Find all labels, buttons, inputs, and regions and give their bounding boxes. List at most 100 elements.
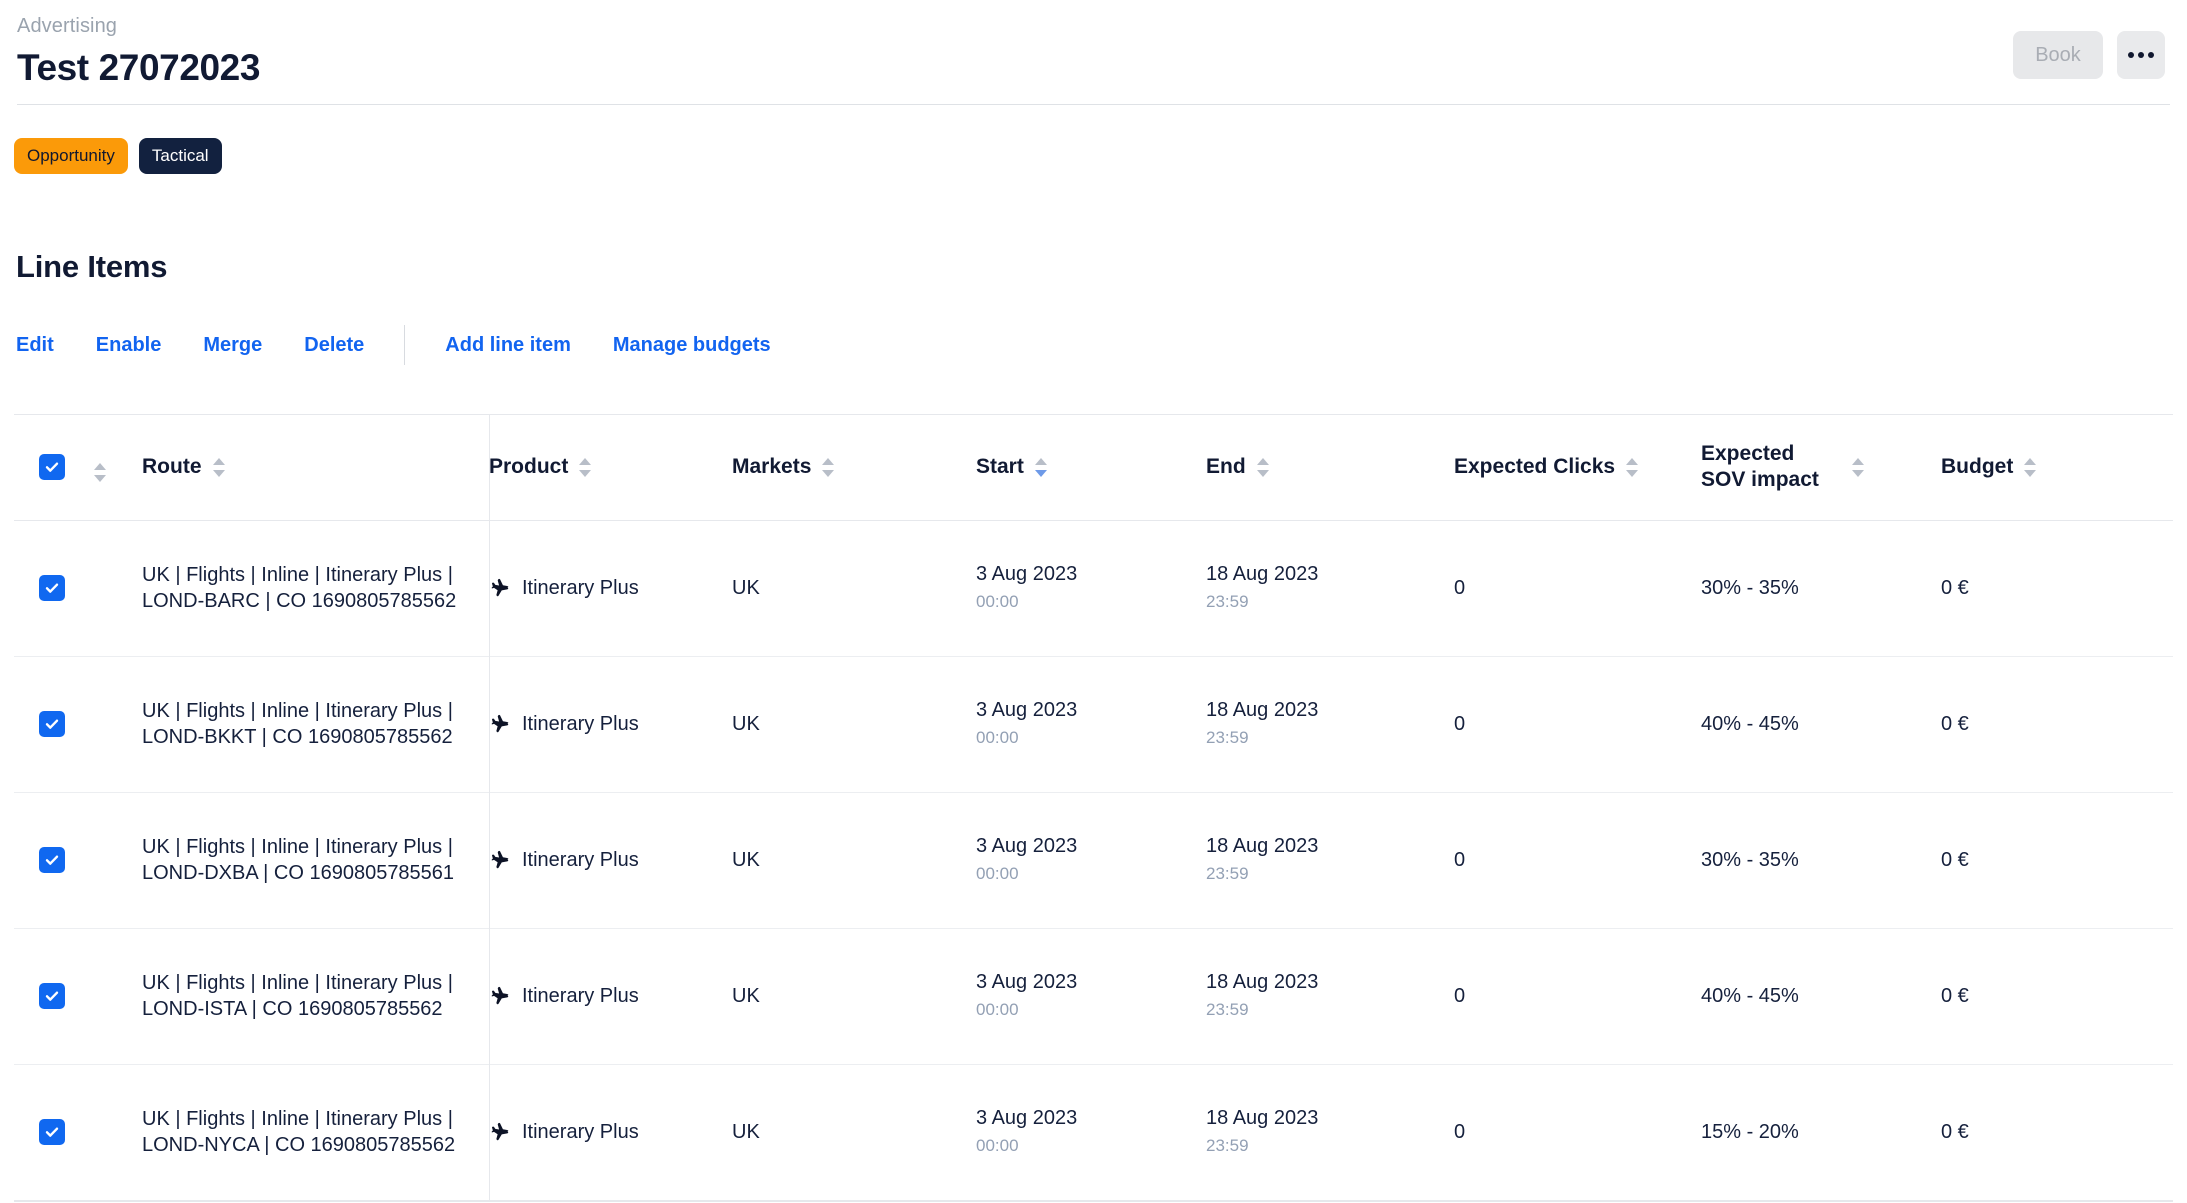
product-name: Itinerary Plus [522, 984, 639, 1007]
route-text: UK | Flights | Inline | Itinerary Plus |… [142, 836, 455, 884]
cell-markets: UK [732, 1120, 760, 1143]
header-actions: Book [2013, 31, 2165, 79]
chevron-down-icon [1256, 469, 1269, 477]
table-row[interactable]: UK | Flights | Inline | Itinerary Plus |… [14, 656, 2173, 792]
table-row[interactable]: UK | Flights | Inline | Itinerary Plus |… [14, 1064, 2173, 1200]
row-select-cell [14, 520, 94, 656]
row-status-cell [94, 520, 142, 656]
column-header-end[interactable]: End [1206, 415, 1454, 520]
sort-toggle-route[interactable] [212, 457, 225, 477]
row-select-cell [14, 792, 94, 928]
table-body: UK | Flights | Inline | Itinerary Plus |… [14, 520, 2173, 1200]
chevron-up-icon [579, 457, 592, 465]
start-time: 00:00 [976, 864, 1019, 883]
merge-link[interactable]: Merge [203, 334, 262, 357]
product-name: Itinerary Plus [522, 712, 639, 735]
end-date: 18 Aug 2023 [1206, 971, 1319, 993]
book-button[interactable]: Book [2013, 31, 2103, 79]
chevron-down-icon [212, 469, 225, 477]
sort-toggle-budget[interactable] [2024, 457, 2037, 477]
sort-toggle-expected-clicks[interactable] [1626, 457, 1639, 477]
kebab-dot-icon [2128, 52, 2134, 58]
sort-toggle-end[interactable] [1256, 457, 1269, 477]
breadcrumb: Advertising [17, 15, 118, 37]
column-header-budget[interactable]: Budget [1941, 415, 2173, 520]
add-line-item-link[interactable]: Add line item [445, 334, 571, 357]
start-date: 3 Aug 2023 [976, 1107, 1078, 1130]
toolbar-secondary-group: Add line item Manage budgets [445, 334, 770, 357]
more-options-button[interactable] [2117, 31, 2165, 79]
status-badge-tactical: Tactical [138, 138, 222, 174]
cell-route: UK | Flights | Inline | Itinerary Plus |… [142, 792, 489, 928]
row-order-header [94, 415, 142, 520]
table-row[interactable]: UK | Flights | Inline | Itinerary Plus |… [14, 928, 2173, 1064]
select-all-checkbox[interactable] [39, 453, 65, 480]
airplane-icon [489, 713, 511, 735]
start-time: 00:00 [976, 728, 1019, 747]
column-header-start[interactable]: Start [976, 415, 1206, 520]
enable-link[interactable]: Enable [96, 334, 162, 357]
cell-budget: 0 € [1941, 984, 1969, 1007]
end-date: 18 Aug 2023 [1206, 835, 1319, 857]
column-header-expected-sov-impact[interactable]: Expected SOV impact [1701, 415, 1941, 520]
column-label-start: Start [976, 455, 1024, 479]
table-row[interactable]: UK | Flights | Inline | Itinerary Plus |… [14, 520, 2173, 656]
start-date: 3 Aug 2023 [976, 835, 1078, 857]
badge-list: Opportunity Tactical [0, 105, 2187, 174]
cell-expected-clicks: 0 [1454, 848, 1466, 871]
cell-start: 3 Aug 2023 00:00 [976, 656, 1206, 792]
cell-product: Itinerary Plus [489, 928, 732, 1064]
manage-budgets-link[interactable]: Manage budgets [613, 334, 771, 357]
chevron-down-icon [822, 469, 835, 477]
column-header-product[interactable]: Product [489, 415, 732, 520]
row-checkbox[interactable] [39, 982, 65, 1009]
column-label-budget: Budget [1941, 455, 2014, 479]
kebab-dot-icon [2138, 52, 2144, 58]
cell-expected-sov-impact: 30% - 35% [1701, 576, 1799, 599]
chevron-down-icon [1852, 469, 1864, 477]
column-header-markets[interactable]: Markets [732, 415, 976, 520]
chevron-up-icon [212, 457, 225, 465]
chevron-up-icon [822, 457, 835, 465]
column-header-expected-clicks[interactable]: Expected Clicks [1454, 415, 1701, 520]
cell-expected-clicks: 0 [1454, 576, 1466, 599]
chevron-down-icon [1034, 469, 1047, 477]
end-time: 23:59 [1206, 1136, 1249, 1156]
row-checkbox[interactable] [39, 710, 65, 737]
row-select-cell [14, 656, 94, 792]
sort-toggle-start[interactable] [1034, 457, 1047, 477]
cell-expected-clicks: 0 [1454, 712, 1466, 735]
airplane-icon [489, 849, 511, 871]
row-select-cell [14, 928, 94, 1064]
cell-route: UK | Flights | Inline | Itinerary Plus |… [142, 656, 489, 792]
row-checkbox[interactable] [39, 846, 65, 873]
status-badge-opportunity: Opportunity [14, 138, 128, 174]
sort-toggle-expected-sov-impact[interactable] [1852, 457, 1864, 477]
sort-toggle-markets[interactable] [822, 457, 835, 477]
cell-end: 18 Aug 2023 23:59 [1206, 928, 1454, 1064]
chevron-up-icon [2024, 457, 2037, 465]
cell-start: 3 Aug 2023 00:00 [976, 1064, 1206, 1200]
cell-end: 18 Aug 2023 23:59 [1206, 656, 1454, 792]
row-status-cell [94, 1064, 142, 1200]
table-row[interactable]: UK | Flights | Inline | Itinerary Plus |… [14, 792, 2173, 928]
chevron-down-icon [1626, 469, 1639, 477]
chevron-down-icon [2024, 469, 2037, 477]
delete-link[interactable]: Delete [304, 334, 364, 357]
page-title: Test 27072023 [17, 47, 261, 88]
cell-expected-clicks: 0 [1454, 984, 1466, 1007]
row-checkbox[interactable] [39, 1118, 65, 1145]
cell-product: Itinerary Plus [489, 792, 732, 928]
row-status-cell [94, 928, 142, 1064]
sort-toggle-product[interactable] [579, 457, 592, 477]
row-checkbox[interactable] [39, 574, 65, 601]
edit-link[interactable]: Edit [16, 334, 54, 357]
table-header-row: Route Product Markets Start End Expected… [14, 415, 2173, 520]
line-items-table-container: Route Product Markets Start End Expected… [14, 414, 2173, 1201]
row-order-sort-icon[interactable] [94, 463, 106, 483]
start-date: 3 Aug 2023 [976, 699, 1078, 721]
column-header-route[interactable]: Route [142, 415, 489, 520]
column-label-product: Product [489, 455, 569, 479]
kebab-dot-icon [2148, 52, 2154, 58]
cell-product: Itinerary Plus [489, 1064, 732, 1200]
